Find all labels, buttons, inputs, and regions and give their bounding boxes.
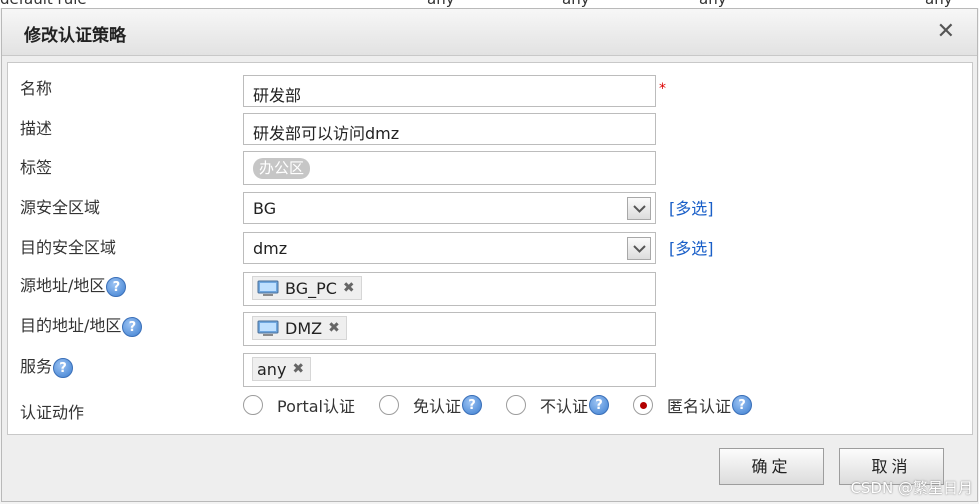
remove-icon[interactable]: ✖ (328, 320, 340, 336)
help-icon[interactable]: ? (589, 395, 610, 415)
radio-button[interactable] (378, 395, 399, 415)
dst-addr-label: 目的地址/地区? (20, 312, 143, 337)
remove-icon[interactable]: ✖ (343, 280, 355, 296)
src-zone-value: BG (253, 199, 277, 218)
radio-button[interactable] (243, 395, 263, 415)
radio-label: Portal认证 (277, 397, 355, 416)
dst-addr-input[interactable]: DMZ ✖ (243, 312, 656, 346)
dialog-title: 修改认证策略 (24, 26, 126, 46)
background-rule-name: default rule (0, 0, 87, 8)
tag-chip[interactable]: 办公区 (253, 158, 311, 179)
service-label: 服务? (20, 353, 74, 378)
help-icon[interactable]: ? (122, 316, 143, 337)
radio-portal-auth[interactable]: Portal认证 (243, 393, 355, 417)
radio-button-selected[interactable] (633, 395, 654, 415)
description-value: 研发部可以访问dmz (253, 124, 400, 143)
watermark: CSDN @繁星日月 (850, 479, 973, 497)
src-zone-multi-select-link[interactable]: [多选] (669, 195, 714, 219)
computer-icon (257, 320, 279, 336)
name-label: 名称 (20, 79, 53, 98)
dst-addr-chip-label: DMZ (285, 318, 323, 338)
help-icon[interactable]: ? (732, 395, 753, 415)
dst-zone-select[interactable]: dmz (243, 232, 656, 264)
background-table-row: default rule any any any any (0, 0, 979, 8)
required-mark: * (659, 81, 666, 97)
chevron-down-icon[interactable] (627, 197, 651, 220)
background-cell: any (699, 0, 727, 8)
name-value: 研发部 (253, 86, 302, 105)
src-addr-label-text: 源地址/地区 (20, 276, 106, 295)
chevron-down-icon[interactable] (627, 237, 651, 260)
dst-zone-value: dmz (253, 239, 288, 258)
radio-label: 不认证 (540, 397, 589, 416)
auth-action-label: 认证动作 (20, 403, 85, 422)
background-cell: any (427, 0, 455, 8)
auth-action-radio-group: Portal认证 免认证? 不认证? 匿名认证? (243, 393, 776, 417)
edit-auth-policy-dialog: 修改认证策略 ✕ 名称 研发部 * 描述 研发部可以访问dmz 标签 办公区 源… (1, 8, 978, 502)
radio-no-auth[interactable]: 不认证? (506, 393, 610, 417)
radio-label: 匿名认证 (667, 397, 732, 416)
service-chip: any ✖ (252, 357, 312, 381)
tags-input[interactable]: 办公区 (243, 151, 656, 185)
help-icon[interactable]: ? (462, 395, 482, 415)
ok-button[interactable]: 确定 (719, 448, 824, 485)
service-label-text: 服务 (20, 357, 53, 376)
radio-button[interactable] (506, 395, 526, 415)
src-addr-chip: BG_PC ✖ (252, 276, 362, 300)
service-chip-label: any (257, 359, 287, 379)
description-input[interactable]: 研发部可以访问dmz (243, 113, 656, 145)
close-icon[interactable]: ✕ (937, 19, 955, 44)
src-addr-input[interactable]: BG_PC ✖ (243, 272, 656, 306)
remove-icon[interactable]: ✖ (292, 361, 304, 377)
dst-zone-label: 目的安全区域 (20, 238, 117, 257)
src-zone-select[interactable]: BG (243, 192, 656, 224)
description-label: 描述 (20, 119, 53, 138)
name-input[interactable]: 研发部 (243, 75, 656, 107)
background-cell: any (562, 0, 590, 8)
dialog-form: 名称 研发部 * 描述 研发部可以访问dmz 标签 办公区 源安全区域 BG [… (7, 62, 973, 435)
service-input[interactable]: any ✖ (243, 353, 656, 387)
src-zone-label: 源安全区域 (20, 198, 101, 217)
radio-label: 免认证 (412, 397, 461, 416)
src-addr-label: 源地址/地区? (20, 272, 127, 297)
dst-addr-chip: DMZ ✖ (252, 316, 347, 340)
radio-no-auth-required[interactable]: 免认证? (378, 393, 482, 417)
radio-anonymous-auth[interactable]: 匿名认证? (633, 393, 753, 417)
computer-icon (257, 280, 279, 296)
help-icon[interactable]: ? (106, 276, 127, 297)
dst-zone-multi-select-link[interactable]: [多选] (669, 235, 714, 259)
help-icon[interactable]: ? (53, 357, 74, 378)
src-addr-chip-label: BG_PC (285, 278, 337, 298)
dialog-titlebar[interactable]: 修改认证策略 ✕ (2, 9, 977, 56)
tags-label: 标签 (20, 158, 53, 177)
dst-addr-label-text: 目的地址/地区 (20, 316, 122, 335)
background-cell: any (925, 0, 953, 8)
